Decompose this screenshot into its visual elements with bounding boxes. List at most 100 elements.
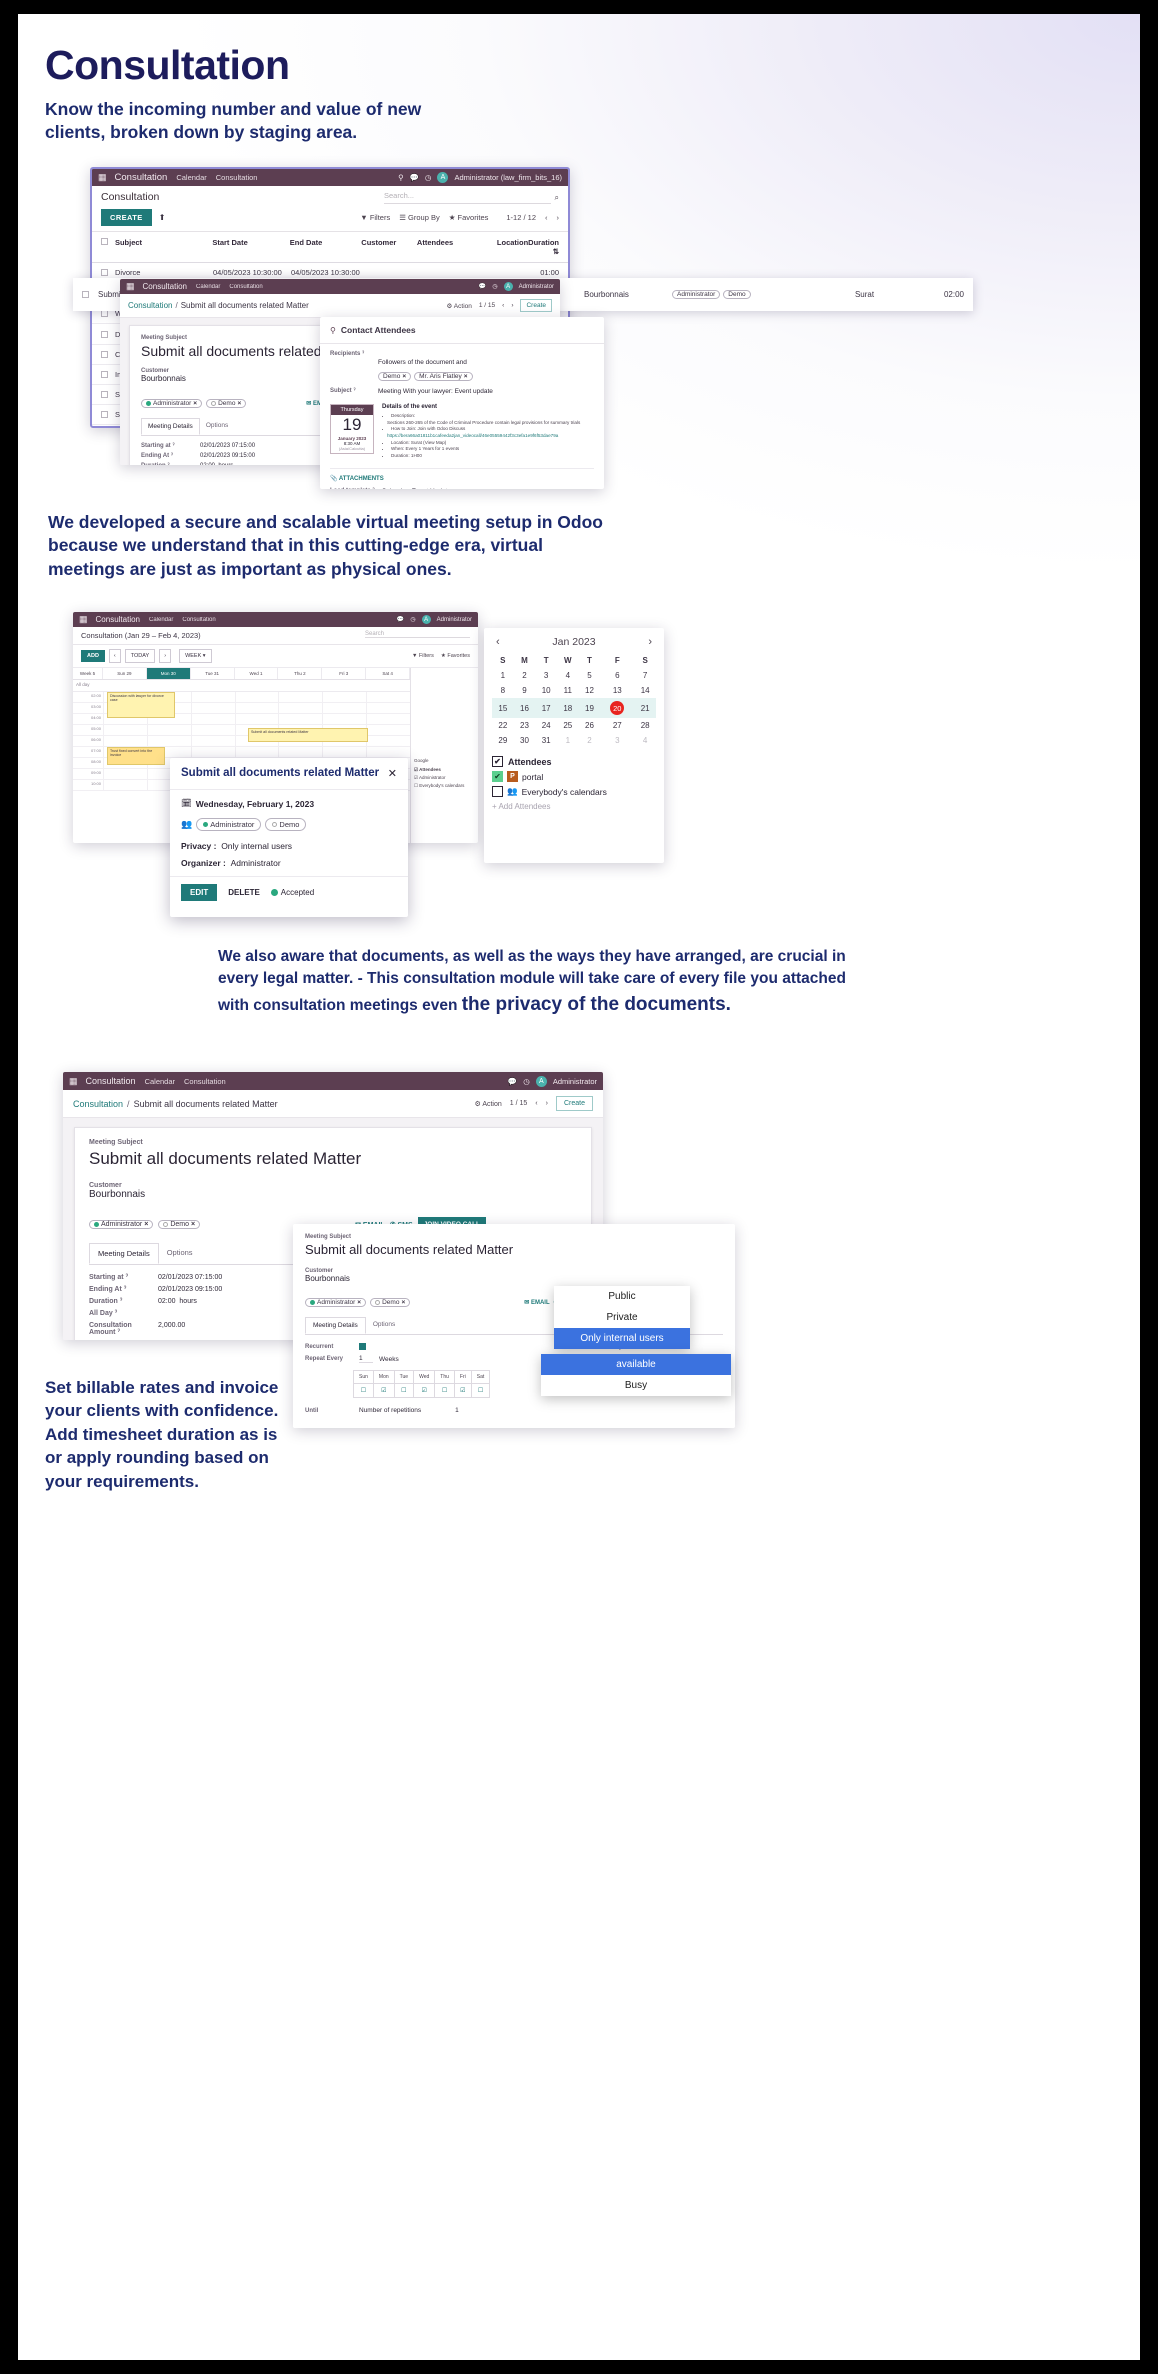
repeat-weekday-checkbox[interactable]: ☑ bbox=[372, 1383, 395, 1398]
repeat-weekday-checkbox[interactable]: ☐ bbox=[353, 1383, 374, 1398]
navbar-user[interactable]: Administrator bbox=[519, 284, 554, 290]
minical-day[interactable]: 1 bbox=[557, 733, 579, 748]
privacy-option[interactable]: Private bbox=[554, 1307, 690, 1328]
calendar-next-button[interactable]: › bbox=[159, 649, 172, 663]
recipient-tag[interactable]: Mr. Aris Flatley × bbox=[414, 372, 473, 381]
minical-day[interactable]: 25 bbox=[557, 718, 579, 733]
row-checkbox[interactable] bbox=[101, 351, 108, 358]
avatar[interactable]: A bbox=[421, 615, 431, 624]
field-value[interactable]: 2,000.00 bbox=[158, 1322, 185, 1329]
minical-day[interactable]: 4 bbox=[557, 668, 579, 683]
navbar-menu-calendar[interactable]: Calendar bbox=[149, 617, 173, 623]
calendar-day-header[interactable]: Sun 29 bbox=[103, 668, 147, 679]
navbar-brand[interactable]: Consultation bbox=[86, 1076, 136, 1086]
attendee-tag[interactable]: Demo × bbox=[370, 1297, 411, 1307]
minical-table[interactable]: SMTWTFS 1 2 3 4 5 6 7 8 9 10 11 12 13 14 15 16 17 18 19 20 2… bbox=[492, 653, 656, 748]
pager-prev-icon[interactable]: ‹ bbox=[502, 302, 504, 309]
today-button[interactable]: TODAY bbox=[124, 649, 156, 663]
minical-day[interactable]: 16 bbox=[514, 698, 536, 718]
calendar-day-header[interactable]: Mon 30 bbox=[146, 668, 191, 679]
apps-grid-icon[interactable]: ▦ bbox=[98, 172, 106, 183]
recurrent-checkbox[interactable] bbox=[359, 1343, 366, 1350]
minical-portal-row[interactable]: ✔ P portal bbox=[492, 771, 656, 782]
showas-dropdown[interactable]: available Busy bbox=[541, 1354, 731, 1396]
create-button[interactable]: Create bbox=[555, 1096, 593, 1111]
tab-options[interactable]: Options bbox=[159, 1243, 201, 1264]
minical-day[interactable]: 17 bbox=[535, 698, 557, 718]
privacy-option[interactable]: Public bbox=[554, 1286, 690, 1307]
navbar-brand[interactable]: Consultation bbox=[143, 282, 187, 291]
sidebar-admin[interactable]: ☑ Administrator bbox=[414, 775, 475, 781]
minical-day[interactable]: 11 bbox=[557, 683, 579, 698]
navbar-user[interactable]: Administrator (law_firm_bits_16) bbox=[454, 173, 562, 182]
clock-icon[interactable]: ◷ bbox=[425, 173, 432, 182]
attachments-button[interactable]: 📎 ATTACHMENTS bbox=[330, 475, 594, 482]
row-checkbox[interactable] bbox=[101, 330, 108, 338]
close-icon[interactable]: ✕ bbox=[388, 767, 397, 780]
minical-day[interactable]: 31 bbox=[535, 733, 557, 748]
action-button[interactable]: ⚙ Action bbox=[447, 302, 472, 310]
favorites-button[interactable]: ★ Favorites bbox=[441, 653, 470, 659]
privacy-option[interactable]: Only internal users bbox=[554, 1328, 690, 1349]
repeat-weekday-checkbox[interactable]: ☐ bbox=[393, 1383, 415, 1398]
calendar-event[interactable]: Trust fixed convert into the invoice bbox=[107, 747, 165, 765]
row-checkbox[interactable] bbox=[101, 310, 108, 317]
tab-meeting-details[interactable]: Meeting Details bbox=[141, 418, 200, 435]
calendar-day-header[interactable]: Wed 1 bbox=[235, 668, 279, 679]
customer-value[interactable]: Bourbonnais bbox=[305, 1274, 723, 1283]
minical-prev-icon[interactable]: ‹ bbox=[496, 636, 500, 648]
chat-icon[interactable]: 💬 bbox=[397, 616, 404, 623]
apps-grid-icon[interactable]: ▦ bbox=[79, 614, 87, 625]
pager-next-icon[interactable]: › bbox=[557, 213, 560, 222]
attendees-checkbox[interactable]: ✔ bbox=[492, 756, 503, 767]
minical-day[interactable]: 9 bbox=[514, 683, 536, 698]
filters-button[interactable]: ▼ Filters bbox=[360, 213, 390, 222]
load-template-value[interactable]: Calendar: Event Update bbox=[382, 488, 451, 489]
add-button[interactable]: ADD bbox=[81, 650, 105, 662]
minical-day[interactable]: 19 bbox=[579, 698, 601, 718]
subject-value[interactable]: Meeting With your lawyer: Event update bbox=[378, 388, 493, 395]
col-start-date[interactable]: Start Date bbox=[212, 238, 289, 256]
tab-meeting-details[interactable]: Meeting Details bbox=[305, 1317, 366, 1334]
repeat-weekday-checkbox[interactable]: ☐ bbox=[470, 1383, 491, 1398]
repeat-every-value[interactable]: 1 bbox=[359, 1355, 373, 1363]
col-customer[interactable]: Customer bbox=[361, 238, 417, 256]
calendar-day-header[interactable]: Tue 31 bbox=[191, 668, 235, 679]
create-button[interactable]: CREATE bbox=[101, 209, 152, 226]
privacy-dropdown[interactable]: Public Private Only internal users bbox=[554, 1286, 690, 1349]
col-attendees[interactable]: Attendees bbox=[417, 238, 479, 256]
row-checkbox[interactable] bbox=[101, 371, 108, 378]
bug-icon[interactable]: ⚲ bbox=[398, 173, 404, 182]
minical-day[interactable]: 22 bbox=[492, 718, 514, 733]
upload-icon[interactable]: ⬆ bbox=[159, 213, 166, 222]
everybody-checkbox[interactable] bbox=[492, 786, 503, 797]
col-subject[interactable]: Subject bbox=[115, 238, 212, 256]
minical-day[interactable]: 2 bbox=[579, 733, 601, 748]
attendee-tag[interactable]: Demo bbox=[265, 818, 307, 831]
chat-icon[interactable]: 💬 bbox=[479, 283, 486, 290]
minical-day[interactable]: 3 bbox=[600, 733, 634, 748]
apps-grid-icon[interactable]: ▦ bbox=[126, 281, 134, 292]
navbar-menu-consultation[interactable]: Consultation bbox=[182, 617, 215, 623]
navbar-brand[interactable]: Consultation bbox=[115, 172, 168, 183]
repeat-weekday-checkbox[interactable]: ☑ bbox=[413, 1383, 436, 1398]
pager-prev-icon[interactable]: ‹ bbox=[545, 213, 548, 222]
calendar-event[interactable]: Submit all documents related Matter bbox=[248, 728, 368, 742]
navbar-menu-consultation[interactable]: Consultation bbox=[216, 173, 258, 182]
sidebar-everybody[interactable]: ☐ Everybody's calendars bbox=[414, 783, 475, 789]
calendar-day-header[interactable]: Week 5 bbox=[73, 668, 103, 679]
calendar-day-header[interactable]: Thu 2 bbox=[278, 668, 323, 679]
row-checkbox[interactable] bbox=[101, 269, 108, 276]
minical-day[interactable]: 20 bbox=[600, 698, 634, 718]
navbar-user[interactable]: Administrator bbox=[553, 1077, 597, 1086]
row-checkbox[interactable] bbox=[82, 291, 89, 298]
attendee-tag[interactable]: Administrator × bbox=[89, 1220, 154, 1229]
weekday-table[interactable]: Sun Mon Tue Wed Thu Fri Sat ☐ ☑ ☐ ☑ ☐ ☑ ☐ bbox=[353, 1370, 491, 1398]
minical-day[interactable]: 15 bbox=[492, 698, 514, 718]
attendee-tag[interactable]: Administrator × bbox=[305, 1297, 367, 1307]
search-icon[interactable]: ⌕ bbox=[555, 193, 559, 203]
apps-grid-icon[interactable]: ▦ bbox=[69, 1076, 77, 1087]
col-end-date[interactable]: End Date bbox=[290, 238, 362, 256]
avatar[interactable]: A bbox=[503, 282, 513, 291]
delete-button[interactable]: DELETE bbox=[228, 888, 260, 897]
